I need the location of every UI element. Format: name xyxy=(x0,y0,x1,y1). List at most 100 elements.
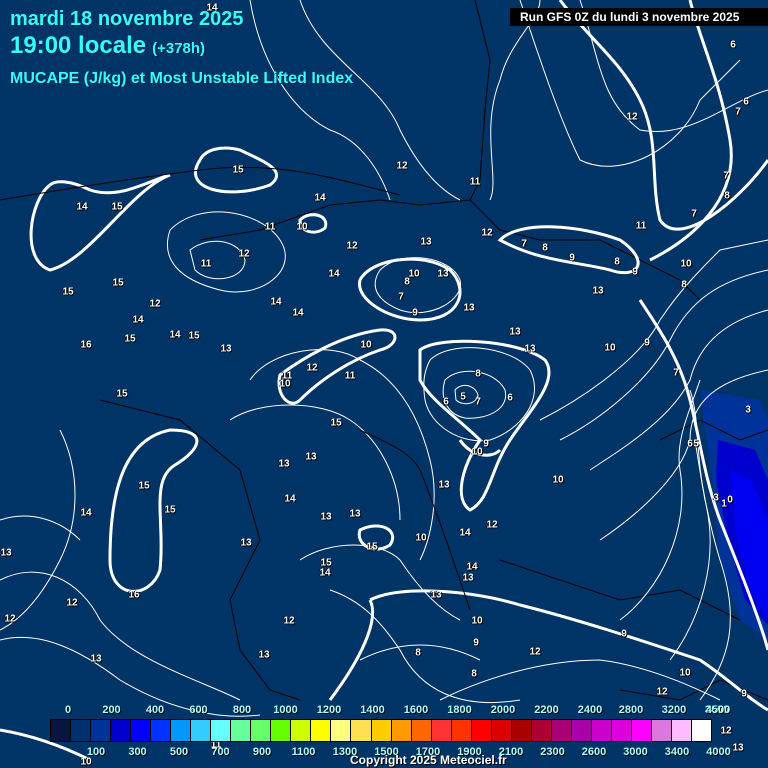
contour-label: 6 xyxy=(507,392,513,404)
contour-label: 15 xyxy=(232,164,244,176)
thick-contours xyxy=(0,0,768,762)
contour-label: 13 xyxy=(90,653,102,665)
legend-bottom-label: 100 xyxy=(86,746,106,758)
contour-label: 1 xyxy=(721,498,727,510)
legend-swatch xyxy=(151,720,172,741)
legend-swatch xyxy=(531,720,552,741)
contour-label: 15 xyxy=(124,333,136,345)
copyright: Copyright 2025 Meteociel.fr xyxy=(350,753,507,767)
contour-label: 12 xyxy=(346,240,358,252)
contour-label: 14 xyxy=(169,329,181,341)
forecast-time: 19:00 locale (+378h) xyxy=(10,32,205,60)
legend-bottom-label: 300 xyxy=(128,746,147,758)
legend-swatch xyxy=(692,720,712,741)
contour-label: 15 xyxy=(188,330,200,342)
legend-bottom-label: 900 xyxy=(252,746,272,758)
contour-label: 12 xyxy=(283,615,295,627)
legend-top-label: 2200 xyxy=(534,704,559,716)
contour-label: 9 xyxy=(632,266,638,278)
contour-label: 10 xyxy=(279,378,291,390)
contour-label: 16 xyxy=(80,339,92,351)
contour-label: 10 xyxy=(471,615,483,627)
contour-label: 12 xyxy=(529,646,541,658)
contour-label: 6 xyxy=(743,96,749,108)
contour-label: 10 xyxy=(680,258,692,270)
contour-label: 9 xyxy=(644,337,650,349)
contour-label: 15 xyxy=(138,480,150,492)
model-run-label: Run GFS 0Z du lundi 3 novembre 2025 xyxy=(510,8,768,26)
contour-label: 10 xyxy=(415,532,427,544)
contour-label: 14 xyxy=(292,307,304,319)
contour-label: 14 xyxy=(80,507,92,519)
contour-label: 14 xyxy=(314,192,326,204)
contour-label: 13 xyxy=(462,572,474,584)
legend-swatch xyxy=(171,720,192,741)
legend-swatch xyxy=(431,720,452,741)
contour-label: 14 xyxy=(76,201,88,213)
contour-label: 14 xyxy=(270,296,282,308)
legend-top-label: 2000 xyxy=(490,704,516,716)
contour-label: 6 xyxy=(730,39,736,51)
contour-label: 12 xyxy=(238,248,250,260)
legend-top-label: 1000 xyxy=(273,704,298,716)
contour-label: 16 xyxy=(128,589,140,601)
legend-swatch xyxy=(411,720,432,741)
contour-label: 13 xyxy=(509,326,521,338)
legend-bottom-label: 2300 xyxy=(540,746,565,758)
contour-label: 6 xyxy=(687,438,693,450)
legend-swatch xyxy=(451,720,472,741)
contour-label: 3 xyxy=(713,492,719,504)
legend-swatch xyxy=(651,720,672,741)
contour-label: 11 xyxy=(264,221,276,233)
contour-label: 13 xyxy=(0,547,12,559)
contour-label: 10 xyxy=(552,474,564,486)
legend-swatch xyxy=(71,720,92,741)
contour-label: 12 xyxy=(656,686,668,698)
contour-label: 12 xyxy=(306,362,318,374)
contour-label: 15 xyxy=(116,388,128,400)
contour-label: 12 xyxy=(149,298,161,310)
legend-swatch xyxy=(131,720,152,741)
legend-swatch xyxy=(51,720,72,741)
contour-label: 12 xyxy=(66,597,78,609)
legend-swatch xyxy=(231,720,252,741)
contour-label: 15 xyxy=(366,541,378,553)
contour-label: 10 xyxy=(360,339,372,351)
contour-label: 9 xyxy=(621,628,627,640)
contour-label: 8 xyxy=(404,276,410,288)
legend-swatch xyxy=(631,720,652,741)
contour-label: 8 xyxy=(614,256,620,268)
contour-label: 7 xyxy=(521,238,527,250)
legend-top-label: 4500 xyxy=(705,704,731,716)
legend-swatch xyxy=(291,720,312,741)
local-time: 19:00 locale xyxy=(10,32,147,59)
contour-label: 10 xyxy=(679,667,691,679)
contour-label: 11 xyxy=(635,220,647,232)
contour-label: 13 xyxy=(438,479,450,491)
contour-label: 9 xyxy=(741,688,747,700)
contour-label: 13 xyxy=(240,537,252,549)
legend-top-label: 2400 xyxy=(577,704,603,716)
contour-label: 12 xyxy=(4,613,16,625)
legend-bottom-label: 4000 xyxy=(706,746,731,758)
legend-swatch xyxy=(331,720,352,741)
contour-label: 9 xyxy=(569,252,575,264)
contour-label: 11 xyxy=(344,370,356,382)
legend-swatch xyxy=(591,720,612,741)
contour-label: 14 xyxy=(284,493,296,505)
contour-label: 13 xyxy=(430,589,442,601)
legend-bottom-label: 700 xyxy=(211,746,230,758)
mucape-map xyxy=(0,0,768,762)
contour-label: 15 xyxy=(111,201,123,213)
contour-label: 14 xyxy=(206,2,218,14)
legend-swatch xyxy=(251,720,272,741)
contour-label: 15 xyxy=(164,504,176,516)
contour-label: 7 xyxy=(735,106,741,118)
legend-swatch xyxy=(91,720,112,741)
legend-top-label: 0 xyxy=(64,704,72,716)
contour-label: 11 xyxy=(200,258,212,270)
contour-label: 8 xyxy=(681,279,687,291)
contour-label: 3 xyxy=(745,404,751,416)
contour-label: 9 xyxy=(412,307,418,319)
contour-label: 10 xyxy=(604,342,616,354)
